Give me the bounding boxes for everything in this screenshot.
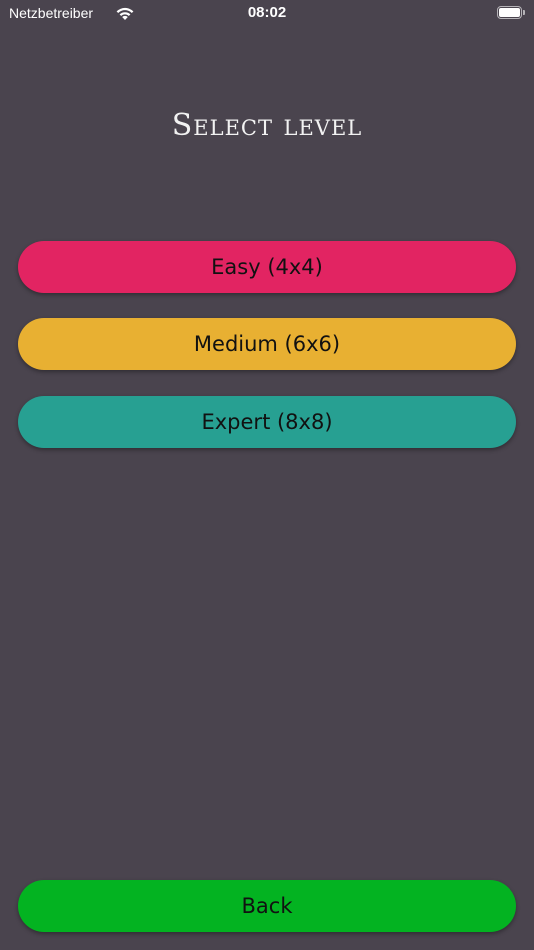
easy-level-button[interactable]: Easy (4x4): [18, 241, 516, 293]
back-button-label: Back: [241, 894, 293, 918]
status-time: 08:02: [247, 4, 287, 21]
back-button[interactable]: Back: [18, 880, 516, 932]
medium-level-button[interactable]: Medium (6x6): [18, 318, 516, 370]
battery-icon: [497, 6, 525, 19]
level-select-screen: Netzbetreiber 08:02 Select level Easy (4…: [0, 0, 534, 950]
easy-level-label: Easy (4x4): [211, 255, 323, 279]
status-bar: Netzbetreiber 08:02: [0, 0, 534, 28]
expert-level-button[interactable]: Expert (8x8): [18, 396, 516, 448]
page-title: Select level: [171, 108, 363, 143]
medium-level-label: Medium (6x6): [193, 332, 341, 356]
expert-level-label: Expert (8x8): [201, 410, 333, 434]
